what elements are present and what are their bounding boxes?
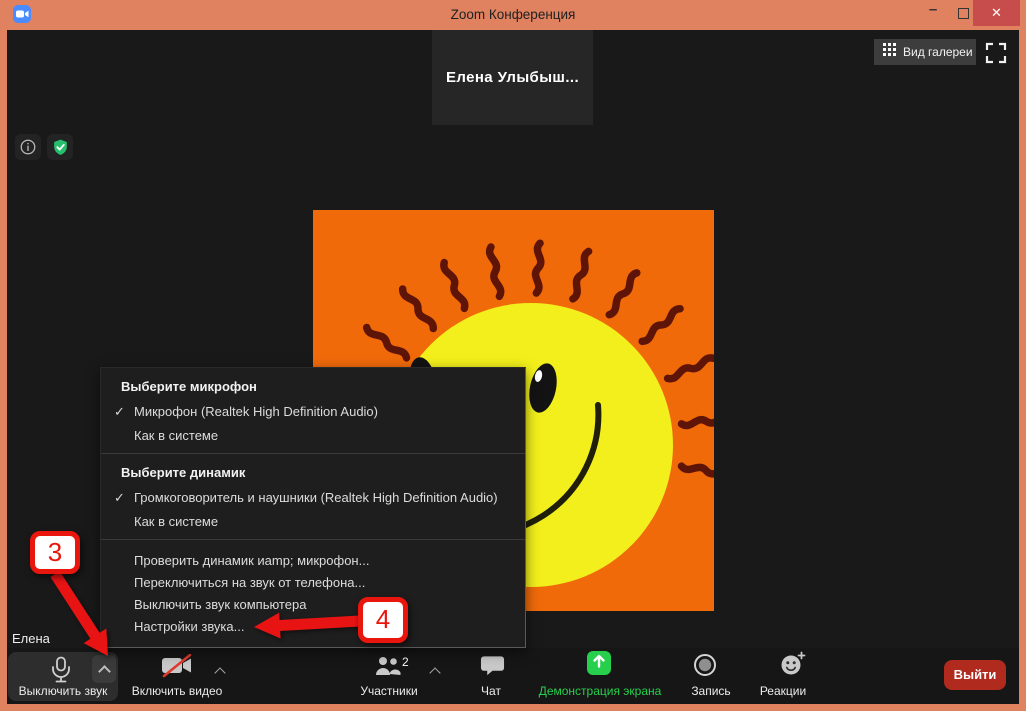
chevron-up-icon (214, 667, 226, 679)
window-title: Zoom Конференция (450, 7, 576, 22)
menu-item-test-speaker-mic[interactable]: Проверить динамик иamp; микрофон... (101, 551, 525, 573)
leave-meeting-button[interactable]: Выйти (944, 660, 1006, 690)
audio-options-menu: Выберите микрофон ✓ Микрофон (Realtek Hi… (100, 367, 526, 648)
participants-options-chevron[interactable] (429, 664, 441, 682)
check-icon: ✓ (114, 404, 125, 419)
menu-item-switch-to-phone-audio[interactable]: Переключиться на звук от телефона... (101, 573, 525, 595)
annotation-step-4: 4 (358, 597, 408, 643)
mute-audio-label: Выключить звук (18, 684, 108, 698)
info-icon[interactable] (15, 134, 41, 160)
minimize-button[interactable]: – (918, 0, 948, 26)
fullscreen-icon[interactable] (984, 41, 1008, 65)
menu-header-microphone: Выберите микрофон (121, 379, 257, 394)
titlebar: Zoom Конференция – ✕ (0, 0, 1026, 30)
reactions-label: Реакции (759, 684, 807, 698)
chat-button[interactable] (480, 655, 505, 682)
participant-tile[interactable]: Елена Улыбыш... (432, 30, 593, 125)
menu-item-audio-settings[interactable]: Настройки звука... (101, 617, 525, 639)
menu-item-speaker-device[interactable]: ✓ Громкоговоритель и наушники (Realtek H… (101, 488, 525, 510)
reactions-button[interactable] (780, 651, 806, 681)
share-screen-button[interactable] (587, 651, 611, 675)
gallery-view-button[interactable]: Вид галереи (874, 39, 976, 65)
encryption-shield-icon[interactable] (47, 134, 73, 160)
menu-item-microphone-device[interactable]: ✓ Микрофон (Realtek High Definition Audi… (101, 402, 525, 424)
zoom-window: Zoom Конференция – ✕ Елена Улыбыш... Вид… (0, 0, 1026, 711)
participants-button[interactable] (374, 655, 402, 682)
participant-name: Елена Улыбыш... (445, 69, 580, 86)
share-arrow-icon (591, 653, 607, 674)
menu-header-speaker: Выберите динамик (121, 465, 246, 480)
start-video-label: Включить видео (131, 684, 223, 698)
participants-count: 2 (402, 655, 409, 669)
menu-item-mic-same-as-system[interactable]: Как в системе (101, 426, 525, 448)
annotation-step-3: 3 (30, 531, 80, 574)
mute-audio-button[interactable]: Выключить звук (8, 652, 118, 701)
video-options-chevron[interactable] (214, 664, 226, 682)
menu-separator (101, 539, 525, 540)
check-icon: ✓ (114, 490, 125, 505)
self-view-name: Елена (12, 631, 50, 646)
chevron-up-icon (97, 664, 111, 678)
close-button[interactable]: ✕ (973, 0, 1020, 26)
gallery-view-label: Вид галереи (903, 45, 973, 59)
menu-item-speaker-same-as-system[interactable]: Как в системе (101, 512, 525, 534)
record-button[interactable] (693, 653, 717, 682)
chevron-up-icon (429, 667, 441, 679)
start-video-button[interactable] (160, 653, 194, 683)
grid-icon (883, 43, 896, 61)
maximize-icon (958, 8, 969, 19)
menu-item-leave-computer-audio[interactable]: Выключить звук компьютера (101, 595, 525, 617)
audio-options-chevron-button[interactable] (92, 655, 116, 683)
menu-separator (101, 453, 525, 454)
